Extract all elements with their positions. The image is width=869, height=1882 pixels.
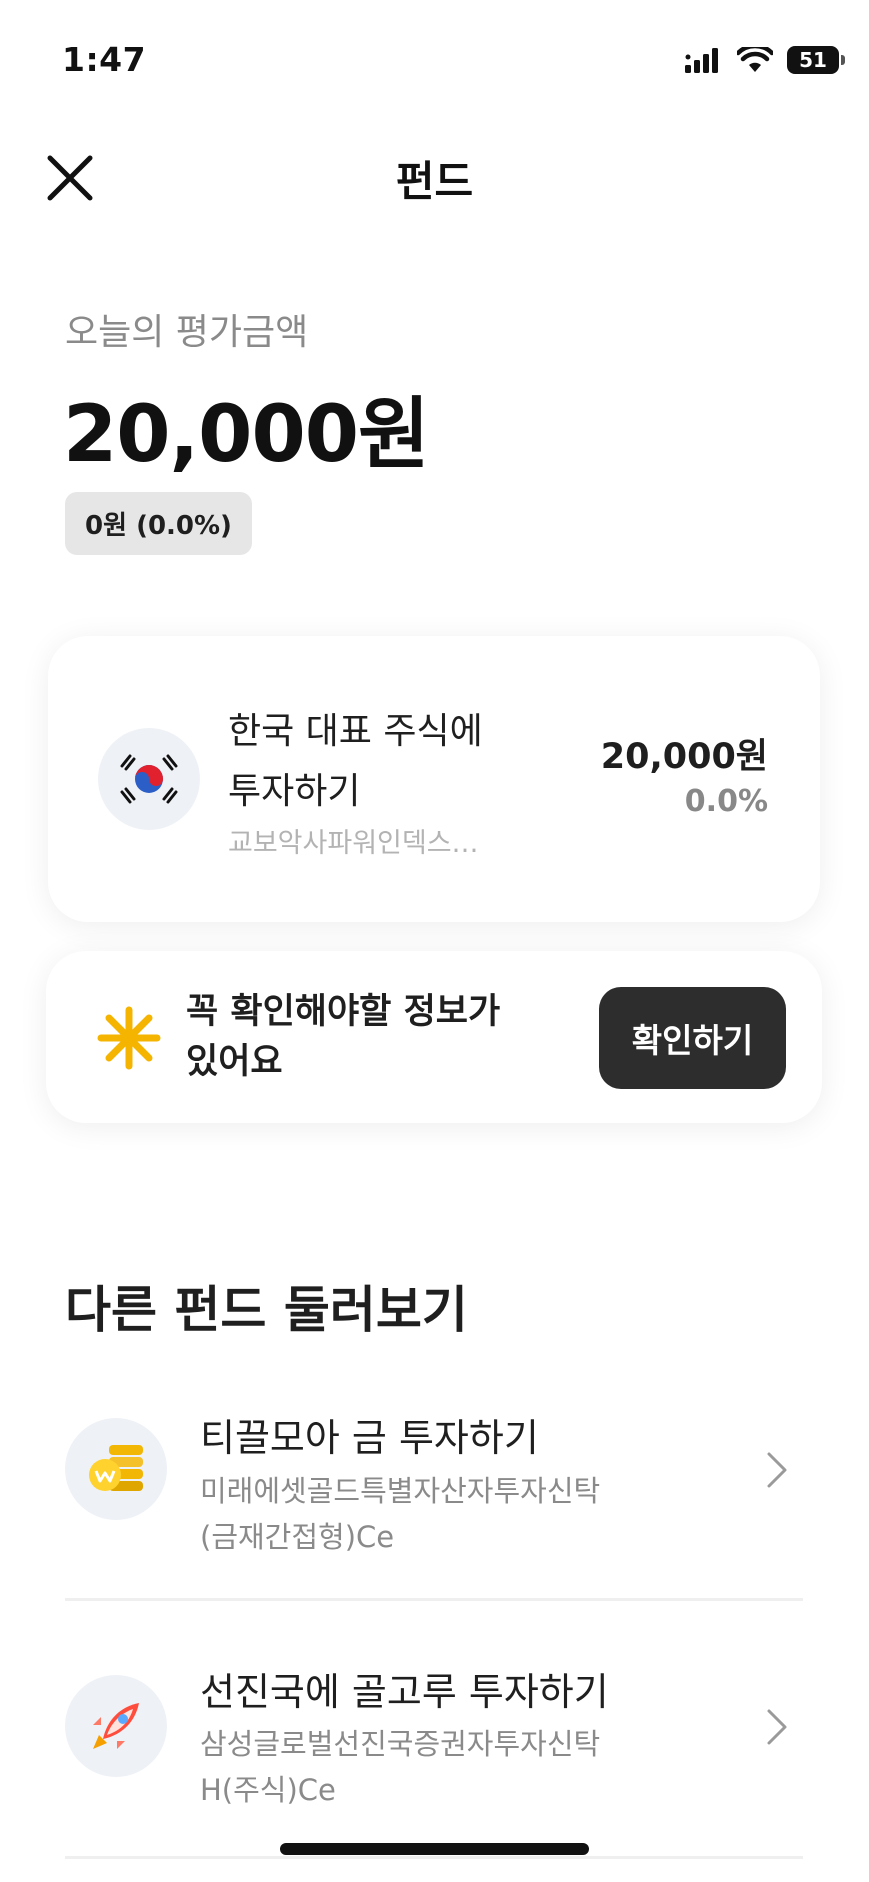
holding-rate: 0.0% — [684, 784, 768, 819]
rocket-icon — [93, 1703, 139, 1749]
notice-card: 꼭 확인해야할 정보가 있어요 확인하기 — [46, 951, 822, 1123]
fund-subtitle-line2: H(주식)Ce — [200, 1773, 336, 1807]
page-title: 펀드 — [395, 157, 474, 206]
status-icons: 51 — [685, 46, 845, 74]
battery-icon: 51 — [787, 46, 845, 74]
fund-avatar — [65, 1418, 167, 1520]
divider — [65, 1856, 803, 1859]
fund-name: 선진국에 골고루 투자하기 — [200, 1670, 609, 1714]
gold-coins-icon — [89, 1445, 143, 1491]
section-title: 다른 펀드 둘러보기 — [65, 1281, 468, 1339]
fund-subtitle-line1: 삼성글로벌선진국증권자투자신탁 — [200, 1727, 601, 1761]
fund-subtitle: 삼성글로벌선진국증권자투자신탁 H(주식)Ce — [200, 1721, 660, 1813]
holding-subtitle: 교보악사파워인덱스… — [228, 828, 479, 859]
fund-row-gold[interactable]: 티끌모아 금 투자하기 미래에셋골드특별자산자투자신탁 (금재간접형)Ce — [0, 1380, 869, 1630]
chevron-right-icon — [767, 1452, 787, 1488]
confirm-button[interactable]: 확인하기 — [599, 987, 786, 1089]
sun-icon — [97, 1006, 161, 1070]
fund-subtitle: 미래에셋골드특별자산자투자신탁 (금재간접형)Ce — [200, 1468, 660, 1560]
evaluation-amount: 20,000원 — [63, 390, 430, 480]
fund-subtitle-line1: 미래에셋골드특별자산자투자신탁 — [200, 1474, 601, 1508]
holding-avatar — [98, 728, 200, 830]
notice-text: 꼭 확인해야할 정보가 있어요 — [186, 987, 526, 1087]
change-badge: 0원 (0.0%) — [65, 492, 252, 555]
korea-flag-icon — [120, 754, 178, 804]
holding-title-line1: 한국 대표 주식에 — [228, 711, 483, 752]
holding-card[interactable]: 한국 대표 주식에 투자하기 교보악사파워인덱스… 20,000원 0.0% — [48, 636, 820, 922]
chevron-right-icon — [767, 1709, 787, 1745]
holding-title: 한국 대표 주식에 투자하기 — [228, 702, 528, 822]
status-bar: 1:47 51 — [0, 0, 869, 110]
divider — [65, 1598, 803, 1601]
header: 펀드 — [0, 130, 869, 220]
fund-subtitle-line2: (금재간접형)Ce — [200, 1520, 395, 1554]
fund-name: 티끌모아 금 투자하기 — [200, 1416, 539, 1460]
notice-line2: 있어요 — [186, 1042, 283, 1082]
status-time: 1:47 — [62, 40, 147, 79]
fund-avatar — [65, 1675, 167, 1777]
notice-line1: 꼭 확인해야할 정보가 — [186, 992, 501, 1032]
home-indicator[interactable] — [280, 1843, 589, 1855]
holding-title-line2: 투자하기 — [228, 771, 361, 812]
wifi-icon — [737, 47, 773, 72]
holding-value: 20,000원 — [600, 737, 768, 777]
evaluation-label: 오늘의 평가금액 — [65, 312, 309, 353]
cellular-signal-icon — [685, 48, 718, 73]
